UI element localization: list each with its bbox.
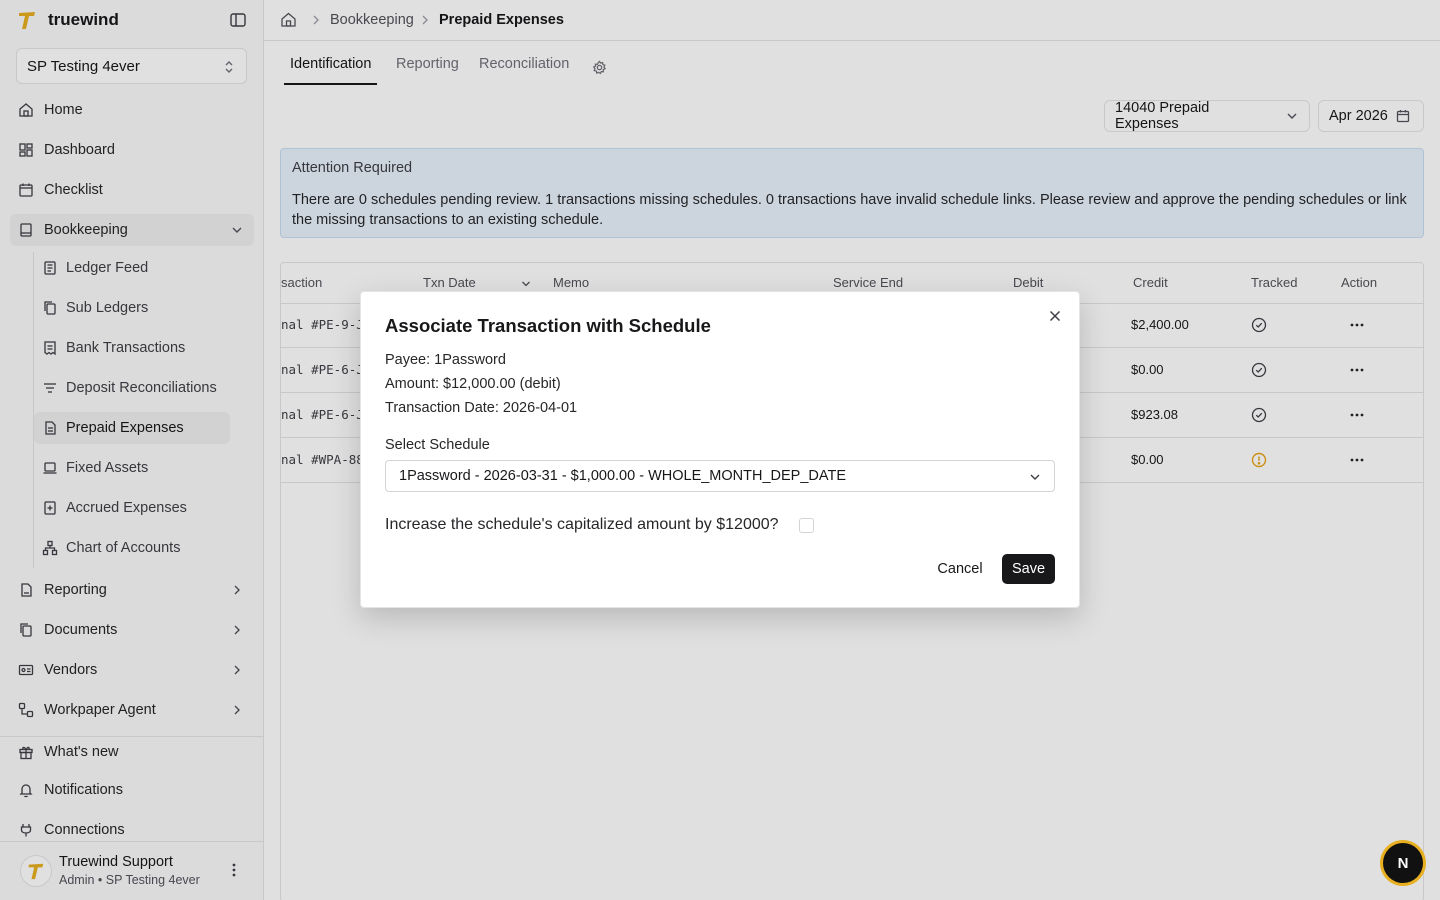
associate-schedule-dialog: Associate Transaction with Schedule Paye… [360,291,1080,608]
cancel-button[interactable]: Cancel [929,554,991,584]
amount-text: Amount: $12,000.00 (debit) [385,376,561,392]
close-icon[interactable] [1048,309,1062,323]
transaction-date-text: Transaction Date: 2026-04-01 [385,400,578,416]
save-button[interactable]: Save [1002,554,1055,584]
schedule-select-value: 1Password - 2026-03-31 - $1,000.00 - WHO… [399,468,846,484]
increase-amount-label: Increase the schedule's capitalized amou… [385,516,779,533]
chevron-down-icon [1030,474,1040,480]
increase-amount-checkbox[interactable] [799,518,814,533]
dialog-title: Associate Transaction with Schedule [385,315,711,336]
schedule-select[interactable]: 1Password - 2026-03-31 - $1,000.00 - WHO… [385,460,1055,492]
dev-tools-badge-label: N [1383,843,1423,883]
payee-text: Payee: 1Password [385,352,506,368]
dev-tools-badge[interactable]: N [1380,840,1426,886]
select-schedule-label: Select Schedule [385,437,490,453]
